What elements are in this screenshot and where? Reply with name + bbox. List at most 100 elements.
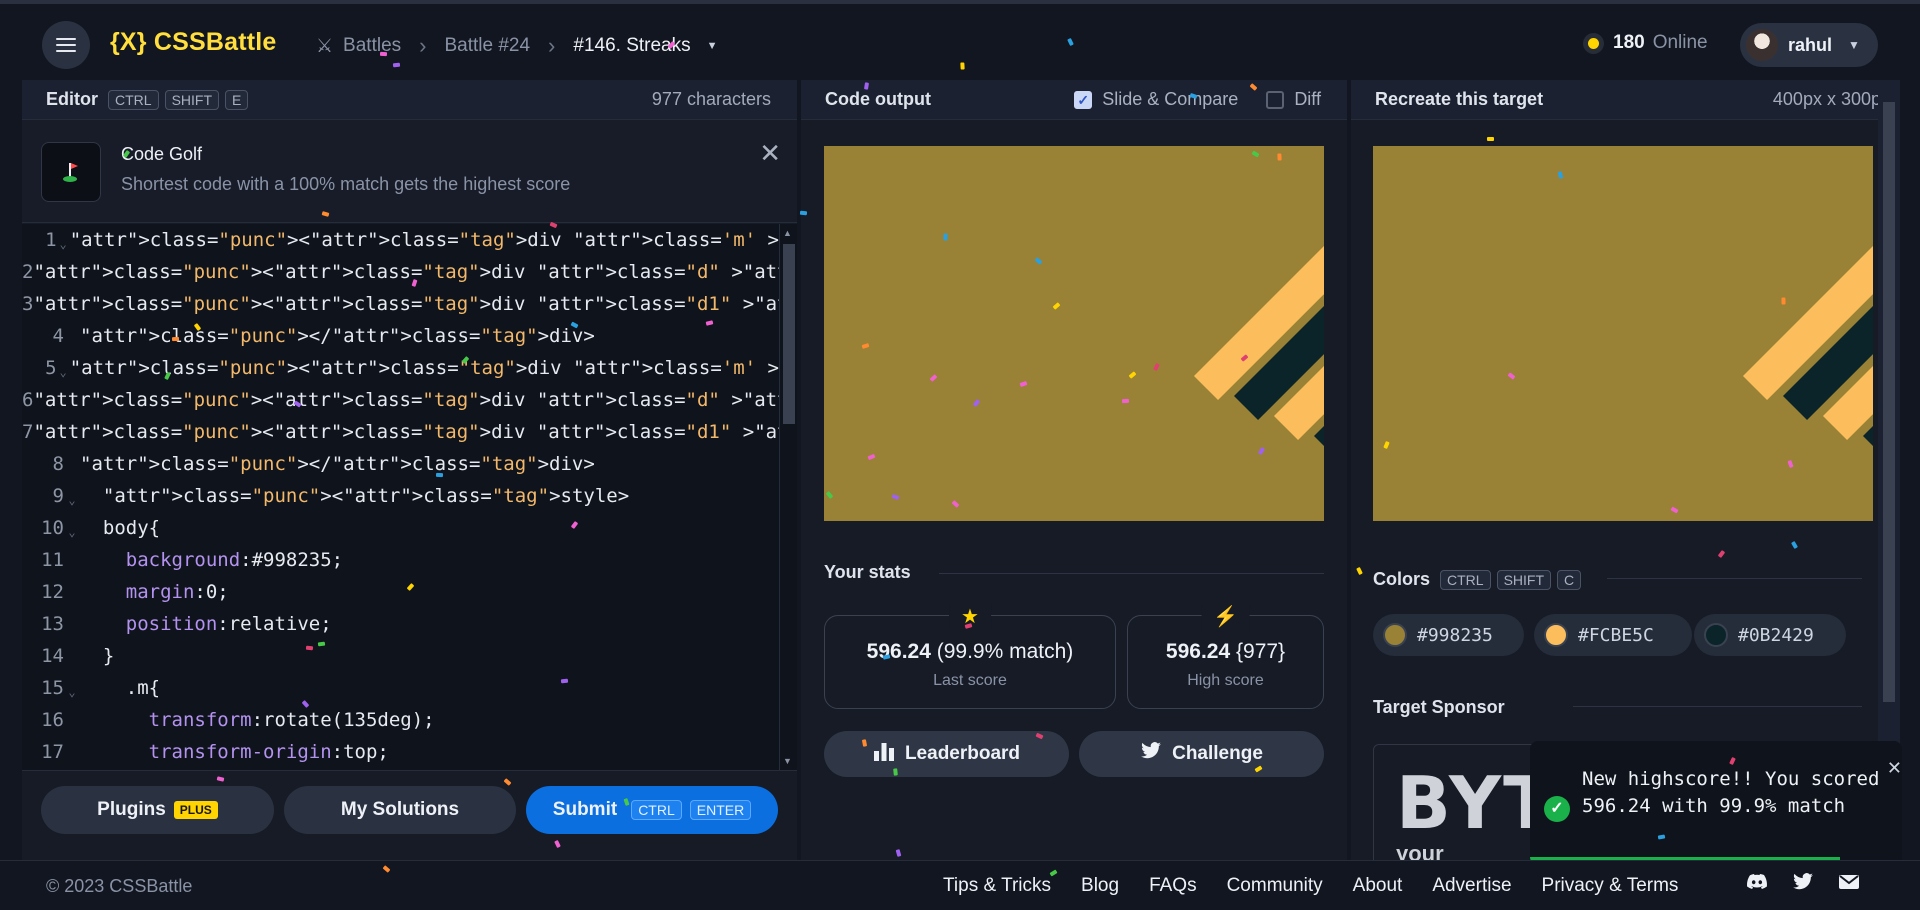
code-line[interactable]: 14 } xyxy=(22,640,779,672)
golf-title: Code Golf xyxy=(121,144,203,164)
breadcrumb-battle[interactable]: Battle #24 xyxy=(444,35,530,57)
breadcrumb-battles[interactable]: Battles xyxy=(343,35,401,57)
twitter-icon[interactable] xyxy=(1792,873,1814,897)
close-icon[interactable]: ✕ xyxy=(1887,758,1902,779)
footer-link-community[interactable]: Community xyxy=(1227,875,1323,897)
caret-down-icon[interactable]: ▼ xyxy=(707,40,718,52)
code-line[interactable]: 2 "attr">class="punc"><"attr">class="tag"… xyxy=(22,256,779,288)
shortcut-key: E xyxy=(225,89,249,110)
slide-compare-checkbox[interactable]: ✓ xyxy=(1074,90,1093,109)
fold-chevron-icon[interactable]: ⌄ xyxy=(64,480,80,512)
scroll-down-icon[interactable]: ▼ xyxy=(783,756,792,766)
avatar xyxy=(1746,29,1778,61)
code-line[interactable]: 15 ⌄ .m{ xyxy=(22,672,779,704)
scroll-up-icon[interactable]: ▲ xyxy=(783,228,792,238)
code-line[interactable]: 16 transform:rotate(135deg); xyxy=(22,704,779,736)
editor-pane: Editor CTRL SHIFT E 977 characters Code … xyxy=(22,80,797,860)
output-options: ✓ Slide & Compare Diff xyxy=(1074,89,1321,110)
my-solutions-button[interactable]: My Solutions xyxy=(284,786,516,834)
color-swatch[interactable]: #998235 xyxy=(1373,614,1524,656)
code-line[interactable]: 12 margin:0; xyxy=(22,576,779,608)
online-label: Online xyxy=(1652,32,1708,53)
logo[interactable]: {X} CSSBattle xyxy=(110,28,277,57)
fold-gutter xyxy=(64,736,80,768)
colors-label: Colors xyxy=(1373,569,1431,589)
line-number: 9 xyxy=(52,485,64,507)
code-line[interactable]: 6 "attr">class="punc"><"attr">class="tag"… xyxy=(22,384,779,416)
footer-link-tips[interactable]: Tips & Tricks xyxy=(943,875,1051,897)
output-canvas[interactable] xyxy=(824,146,1324,521)
discord-icon[interactable] xyxy=(1746,873,1768,897)
code-text: "attr">class="punc"><"attr">class="tag">… xyxy=(102,485,630,507)
page-scroll-thumb[interactable] xyxy=(1883,102,1895,702)
last-match: (99.9% match) xyxy=(936,640,1074,663)
output-pane: Code output ✓ Slide & Compare Diff Your … xyxy=(801,80,1347,860)
close-icon[interactable]: ✕ xyxy=(759,138,781,169)
bar-chart-icon xyxy=(873,741,895,767)
hamburger-icon xyxy=(56,38,76,52)
line-number: 11 xyxy=(41,549,64,571)
code-text: transform:rotate(135deg); xyxy=(148,709,435,731)
code-line[interactable]: 4 "attr">class="punc"></"attr">class="tag… xyxy=(22,320,779,352)
fold-chevron-icon[interactable]: ⌄ xyxy=(64,672,80,704)
plugins-button[interactable]: Plugins PLUS xyxy=(41,786,274,834)
code-line[interactable]: 11 background:#998235; xyxy=(22,544,779,576)
shortcut-key: CTRL xyxy=(108,89,159,110)
code-editor[interactable]: 1 ⌄ "attr">class="punc"><"attr">class="tag… xyxy=(22,224,779,770)
code-line[interactable]: 10 ⌄ body{ xyxy=(22,512,779,544)
social-icons xyxy=(1746,873,1860,897)
code-text: "attr">class="punc"></"attr">class="tag"… xyxy=(80,453,595,475)
color-dot-icon xyxy=(1704,623,1728,647)
fold-gutter xyxy=(64,608,80,640)
code-text: "attr">class="punc"></"attr">class="tag"… xyxy=(80,325,595,347)
last-score-label: Last score xyxy=(933,672,1007,689)
code-line[interactable]: 7 "attr">class="punc"><"attr">class="tag"… xyxy=(22,416,779,448)
footer-link-faqs[interactable]: FAQs xyxy=(1149,875,1197,897)
char-count: 977 characters xyxy=(651,89,771,109)
code-text: position:relative; xyxy=(125,613,332,635)
code-line[interactable]: 1 ⌄ "attr">class="punc"><"attr">class="tag… xyxy=(22,224,779,256)
fold-gutter xyxy=(64,640,80,672)
editor-scrollbar[interactable]: ▲ ▼ xyxy=(779,224,797,770)
mail-icon[interactable] xyxy=(1838,873,1860,897)
footer-link-about[interactable]: About xyxy=(1353,875,1403,897)
fold-gutter xyxy=(64,544,80,576)
plus-badge: PLUS xyxy=(173,801,218,819)
code-text: "attr">class="punc"><"attr">class="tag">… xyxy=(33,421,779,443)
target-canvas[interactable] xyxy=(1373,146,1873,521)
line-number: 13 xyxy=(41,613,64,635)
fold-chevron-icon[interactable]: ⌄ xyxy=(57,224,70,256)
chevron-right-icon: › xyxy=(419,33,427,58)
code-line[interactable]: 13 position:relative; xyxy=(22,608,779,640)
fold-chevron-icon[interactable]: ⌄ xyxy=(57,352,70,384)
line-number: 7 xyxy=(22,421,34,443)
stats-title: Your stats xyxy=(824,562,911,582)
fold-chevron-icon[interactable]: ⌄ xyxy=(64,512,80,544)
color-swatch[interactable]: #FCBE5C xyxy=(1534,614,1692,656)
diff-checkbox[interactable] xyxy=(1266,90,1285,109)
footer-link-blog[interactable]: Blog xyxy=(1081,875,1119,897)
high-score: 596.24 xyxy=(1165,640,1231,663)
breadcrumb-current[interactable]: #146. Streaks xyxy=(573,35,690,57)
submit-button[interactable]: Submit CTRL ENTER xyxy=(526,786,778,834)
challenge-button[interactable]: Challenge xyxy=(1079,731,1324,777)
code-line[interactable]: 3 "attr">class="punc"><"attr">class="tag"… xyxy=(22,288,779,320)
swords-icon: ⚔ xyxy=(316,35,334,57)
line-number: 6 xyxy=(22,389,34,411)
user-menu[interactable]: rahul ▼ xyxy=(1740,23,1878,67)
color-hex: #FCBE5C xyxy=(1578,624,1654,646)
code-text: margin:0; xyxy=(125,581,229,603)
code-line[interactable]: 17 transform-origin:top; xyxy=(22,736,779,768)
color-swatch[interactable]: #0B2429 xyxy=(1694,614,1846,656)
code-line[interactable]: 8 "attr">class="punc"></"attr">class="tag… xyxy=(22,448,779,480)
code-text: } xyxy=(80,645,115,667)
code-line[interactable]: 9 ⌄ "attr">class="punc"><"attr">class="ta… xyxy=(22,480,779,512)
high-score-card: ⚡ 596.24 {977} High score xyxy=(1127,604,1324,709)
menu-button[interactable] xyxy=(42,21,90,69)
scroll-thumb[interactable] xyxy=(783,244,795,424)
code-line[interactable]: 5 ⌄ "attr">class="punc"><"attr">class="tag… xyxy=(22,352,779,384)
footer-link-advertise[interactable]: Advertise xyxy=(1432,875,1511,897)
footer-link-privacy[interactable]: Privacy & Terms xyxy=(1542,875,1679,897)
line-number: 4 xyxy=(52,325,64,347)
leaderboard-button[interactable]: Leaderboard xyxy=(824,731,1069,777)
